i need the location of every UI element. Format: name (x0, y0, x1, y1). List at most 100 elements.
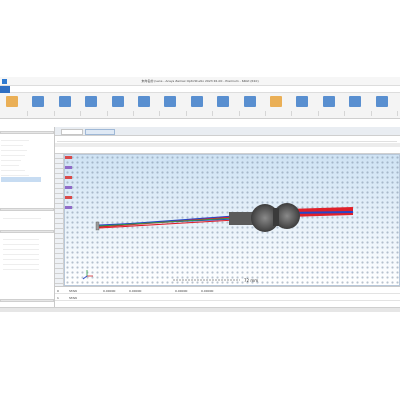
ribbon-tab-bar (0, 86, 400, 93)
explorer-item-environment[interactable] (1, 152, 25, 156)
ribbon-group-separator (53, 111, 55, 116)
explorer-item-advanced[interactable] (1, 162, 19, 166)
table-cell[interactable]: 0.00000 (201, 288, 217, 294)
lens-spacer (273, 208, 279, 226)
explorer-item-polarization[interactable] (1, 157, 21, 161)
explorer-item-selected[interactable] (1, 177, 41, 182)
explorer-item-wavelengths[interactable] (1, 147, 27, 151)
tab-3d-layout[interactable] (85, 129, 115, 135)
window-title: 未命名的 (Lens - Ansys Zemax OpticStudio 202… (141, 79, 259, 83)
catalog-list-item[interactable] (3, 241, 39, 245)
status-bar (0, 307, 400, 312)
explorer-item-fields[interactable] (1, 142, 23, 146)
lens-data-editor (55, 136, 400, 154)
properties-header (0, 208, 54, 211)
ribbon-button-g4[interactable] (85, 96, 98, 107)
ribbon-group-separator (397, 111, 398, 116)
app-logo-icon (2, 79, 7, 84)
ribbon-button-g11[interactable] (270, 96, 282, 107)
tab-help[interactable] (110, 87, 122, 92)
tab-programming[interactable] (96, 87, 108, 92)
ribbon-group-separator (291, 111, 293, 116)
ribbon-button-g2[interactable] (32, 96, 45, 107)
catalog-list-item[interactable] (3, 256, 39, 260)
table-row[interactable]: 0 STAN 0.00000 0.00000 0.00000 0.00000 (55, 288, 400, 294)
object-surface (95, 221, 100, 231)
ribbon-group-separator (238, 111, 240, 116)
tab-file[interactable] (0, 86, 10, 93)
editor-toolbar (57, 137, 397, 142)
ribbon-button-g12[interactable] (296, 96, 309, 107)
ribbon-button-g14[interactable] (349, 96, 362, 107)
catalog-list-item[interactable] (3, 266, 39, 270)
explorer-item-ray-aiming[interactable] (1, 167, 25, 171)
surface-number: 1 (57, 296, 59, 300)
row-marker (65, 156, 72, 159)
catalog-list-item[interactable] (3, 251, 39, 255)
table-cell[interactable]: 0.00000 (129, 288, 145, 294)
explorer-item-aperture[interactable] (1, 137, 29, 141)
ribbon-group-separator (370, 111, 372, 116)
ribbon-group-separator (80, 111, 82, 116)
minimize-button[interactable] (372, 79, 378, 84)
tab-lens-data[interactable] (61, 129, 83, 135)
ribbon-button-g9[interactable] (217, 96, 230, 107)
tab-setup[interactable] (12, 87, 24, 92)
ribbon-button-g13[interactable] (322, 96, 335, 107)
ribbon-button-g15[interactable] (375, 96, 388, 107)
row-marker (65, 206, 72, 209)
row-marker-column (65, 154, 73, 220)
tab-tolerance[interactable] (54, 87, 66, 92)
tab-optimize[interactable] (40, 87, 52, 92)
table-cell[interactable]: 0.00000 (103, 288, 119, 294)
catalog-list-header (0, 230, 54, 233)
system-explorer-header (0, 131, 54, 134)
explorer-item-material-catalogs[interactable] (1, 172, 29, 176)
system-explorer-panel (0, 127, 55, 307)
layout-viewport[interactable]: 72 mm (64, 154, 400, 286)
ribbon-button-g1[interactable] (6, 96, 18, 107)
catalog-list-item[interactable] (3, 261, 39, 265)
surface-type[interactable]: STAN (69, 288, 83, 294)
row-marker (65, 196, 72, 199)
lens-data-table: 0 STAN 0.00000 0.00000 0.00000 0.00000 1… (55, 286, 400, 306)
explorer-footer-bar (0, 299, 54, 302)
table-row[interactable]: 1 STAN (55, 295, 400, 301)
ribbon-button-g7[interactable] (164, 96, 177, 107)
ribbon-button-g3[interactable] (58, 96, 71, 107)
ribbon-button-g8[interactable] (190, 96, 203, 107)
title-bar: 未命名的 (Lens - Ansys Zemax OpticStudio 202… (0, 77, 400, 86)
ribbon-button-g10[interactable] (243, 96, 256, 107)
surface-row[interactable] (55, 279, 64, 284)
maximize-button[interactable] (381, 79, 387, 84)
editor-tab-strip (55, 127, 400, 136)
close-button[interactable] (390, 79, 397, 84)
ribbon-group-separator (106, 111, 108, 116)
ribbon-group-separator (317, 111, 319, 116)
surface-type[interactable]: STAN (69, 295, 83, 301)
ribbon-group-separator (265, 111, 266, 116)
surface-row-column (55, 154, 64, 286)
ribbon-button-g6[interactable] (138, 96, 150, 107)
row-marker (65, 186, 72, 189)
tab-libraries[interactable] (68, 87, 80, 92)
ribbon-group-separator (27, 111, 29, 116)
layout-plot: 72 mm (65, 155, 399, 285)
catalog-list-item[interactable] (3, 246, 39, 250)
row-marker (65, 166, 72, 169)
ribbon-group-captions (2, 111, 398, 116)
table-cell[interactable]: 0.00000 (175, 288, 191, 294)
ribbon-group-separator (159, 111, 161, 116)
ribbon-button-row (2, 96, 398, 108)
property-row (3, 215, 41, 219)
ribbon-group-separator (344, 111, 346, 116)
surface-number: 0 (57, 289, 59, 293)
ribbon-group-separator (185, 111, 187, 116)
tab-part-designer[interactable] (82, 87, 94, 92)
ribbon-button-g5[interactable] (111, 96, 124, 107)
tab-analyze[interactable] (26, 87, 38, 92)
catalog-list-item[interactable] (3, 236, 39, 240)
row-marker (65, 176, 72, 179)
ribbon-group-separator (212, 111, 214, 116)
scale-bar-label: 72 mm (244, 278, 258, 283)
